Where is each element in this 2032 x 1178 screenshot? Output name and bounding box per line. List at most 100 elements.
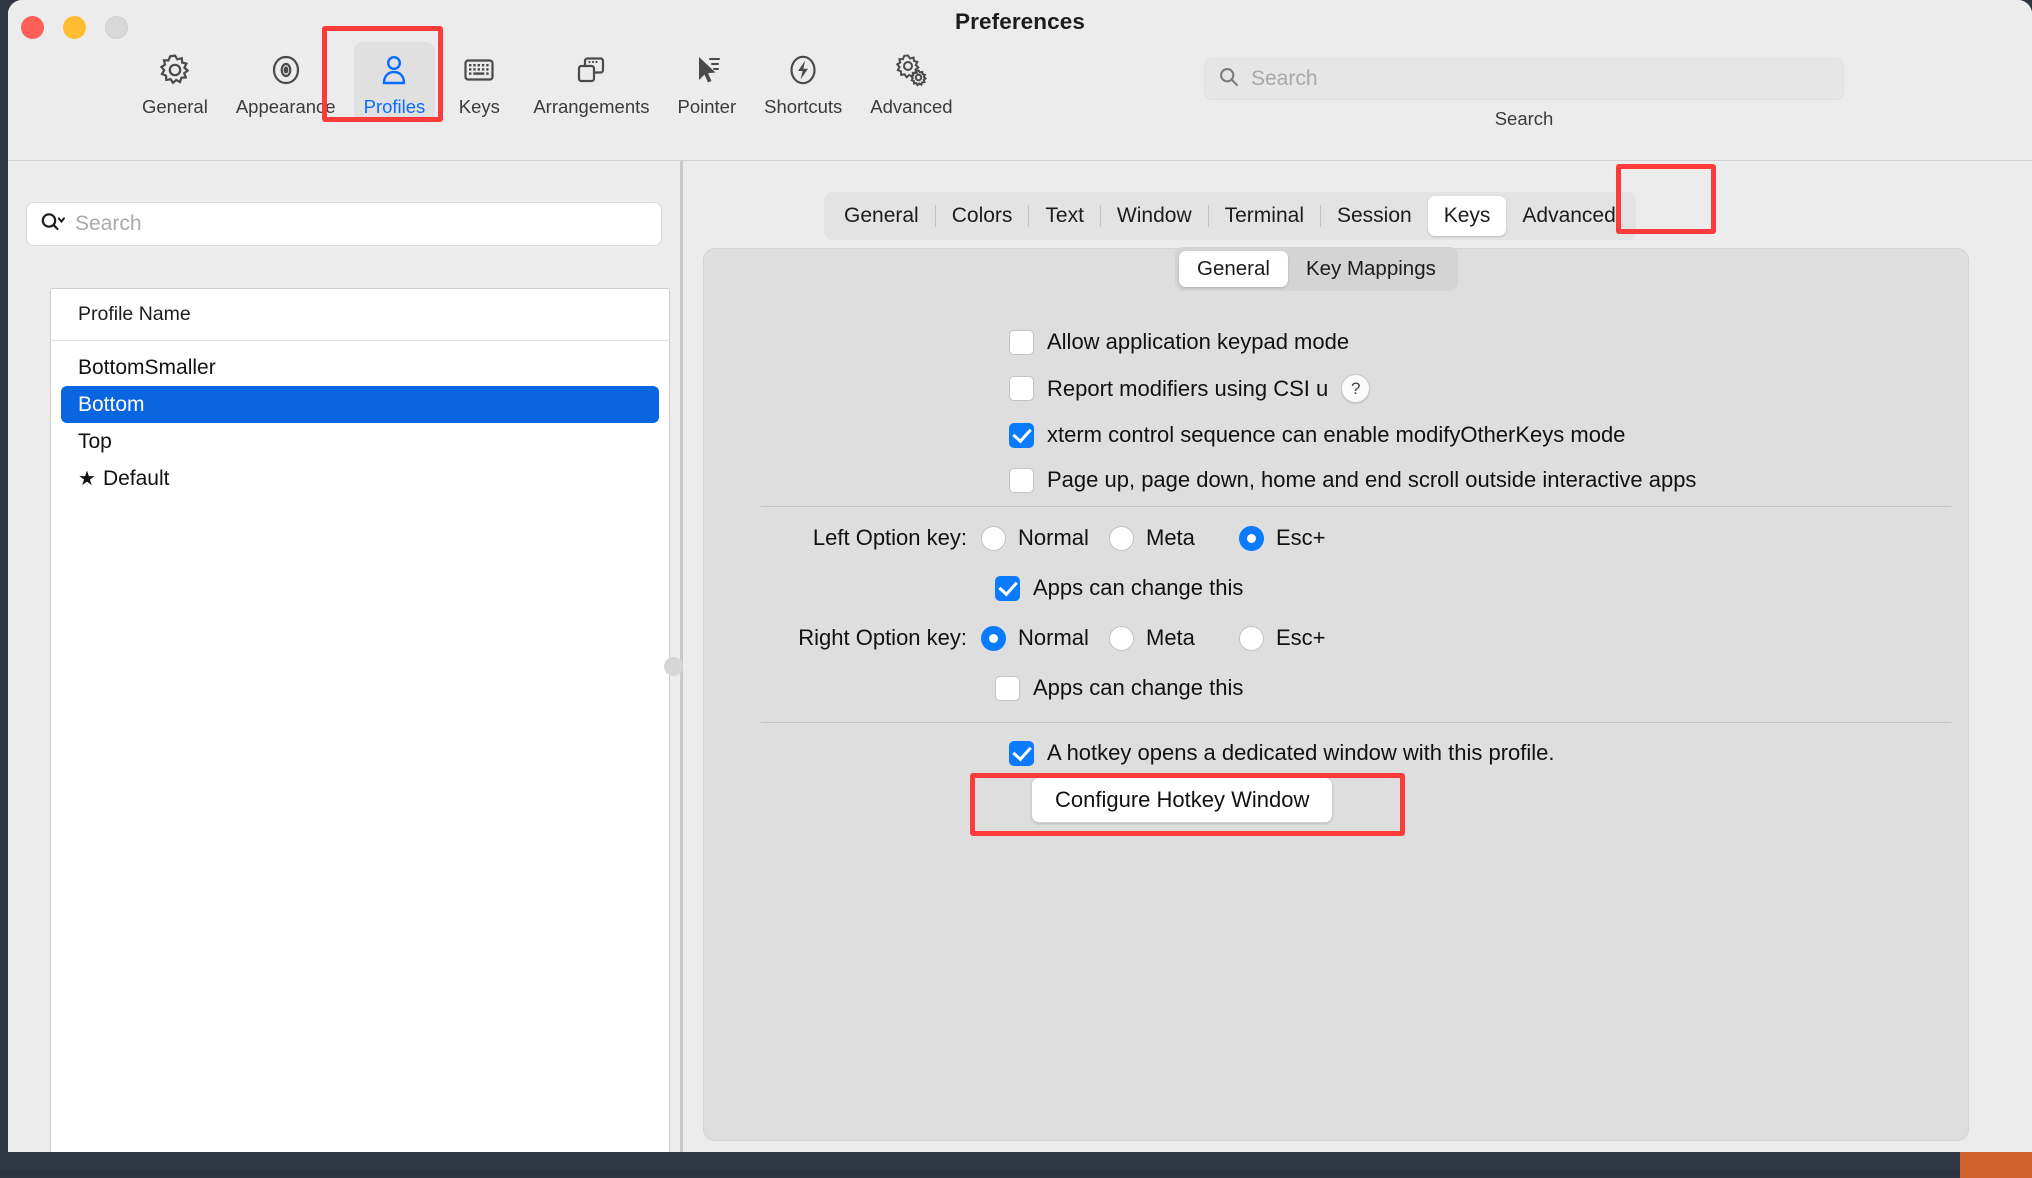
radio-label: Esc+ [1276,525,1326,551]
profile-search-input[interactable]: Search [26,202,662,246]
left-option-normal-option[interactable]: Normal [981,525,1109,551]
radio-label: Normal [1018,625,1089,651]
search-input[interactable]: Search [1204,58,1844,100]
preferences-window: Preferences General [8,0,2032,1152]
configure-hotkey-window-button[interactable]: Configure Hotkey Window [1031,777,1333,823]
star-icon: ★ [78,466,96,491]
radio-label: Meta [1146,625,1195,651]
toolbar-item-general[interactable]: General [132,42,218,122]
profile-name: BottomSmaller [78,356,216,380]
right-option-escplus-option[interactable]: Esc+ [1239,625,1326,651]
gear-icon [155,49,195,91]
tab-label: Colors [952,204,1013,228]
radio-meta[interactable] [1109,626,1134,651]
list-item[interactable]: Bottom [61,386,659,423]
profile-search-placeholder: Search [75,212,142,236]
profile-name: Default [103,467,170,491]
toolbar-item-advanced[interactable]: Advanced [860,42,962,122]
subtab-general[interactable]: General [1179,251,1288,287]
tab-window[interactable]: Window [1101,196,1208,236]
radio-meta[interactable] [1109,526,1134,551]
checkbox-label: A hotkey opens a dedicated window with t… [1047,740,1555,766]
tab-keys[interactable]: Keys [1428,196,1507,236]
right-option-apps-can-change-row[interactable]: Apps can change this [761,675,1951,701]
right-option-meta-option[interactable]: Meta [1109,625,1239,651]
toolbar-item-pointer[interactable]: Pointer [668,42,747,122]
tab-session[interactable]: Session [1321,196,1428,236]
button-label: Configure Hotkey Window [1055,787,1309,813]
xterm-modifyotherkeys-checkbox[interactable] [1009,423,1034,448]
profile-list: BottomSmaller Bottom Top ★ Default [51,341,669,497]
option-key-settings: Left Option key: Normal Meta Esc+ Apps c… [761,525,1951,701]
tab-colors[interactable]: Colors [936,196,1029,236]
left-option-apps-can-change-row[interactable]: Apps can change this [761,575,1951,601]
toolbar-item-appearance[interactable]: Appearance [226,42,346,122]
tab-label: General [1197,257,1270,281]
tab-label: Key Mappings [1306,257,1436,281]
tab-label: Terminal [1225,204,1304,228]
hotkey-dedicated-window-checkbox[interactable] [1009,741,1034,766]
toolbar-item-label: Advanced [870,96,952,118]
right-option-key-row: Right Option key: Normal Meta Esc+ [761,625,1951,651]
right-apps-can-change-checkbox[interactable] [995,676,1020,701]
right-option-normal-option[interactable]: Normal [981,625,1109,651]
toolbar-item-label: Shortcuts [764,96,842,118]
allow-application-keypad-mode-checkbox[interactable] [1009,330,1034,355]
left-option-meta-option[interactable]: Meta [1109,525,1239,551]
radio-label: Esc+ [1276,625,1326,651]
toolbar-item-keys[interactable]: Keys [443,42,515,122]
toolbar-item-profiles[interactable]: Profiles [354,42,436,122]
windows-icon [571,49,611,91]
sidebar-resize-handle[interactable] [664,657,683,676]
tab-label: Text [1045,204,1084,228]
radio-label: Meta [1146,525,1195,551]
checkbox-label: Apps can change this [1033,575,1243,601]
list-item[interactable]: Top [61,423,659,460]
keys-general-options: Allow application keypad mode Report mod… [1009,329,1696,493]
list-item[interactable]: ★ Default [61,460,659,497]
checkbox-row-allow-keypad[interactable]: Allow application keypad mode [1009,329,1696,355]
search-caption: Search [1204,108,1844,130]
section-divider [761,506,1951,507]
checkbox-row-xterm-modifyotherkeys[interactable]: xterm control sequence can enable modify… [1009,422,1696,448]
profile-name: Top [78,430,112,454]
radio-normal[interactable] [981,526,1006,551]
tab-label: General [844,204,919,228]
subtab-key-mappings[interactable]: Key Mappings [1288,251,1454,287]
profile-name: Bottom [78,393,145,417]
tab-general[interactable]: General [828,196,935,236]
profile-table-header[interactable]: Profile Name [51,289,669,341]
toolbar-item-label: Appearance [236,96,336,118]
tab-label: Advanced [1522,204,1615,228]
left-option-escplus-option[interactable]: Esc+ [1239,525,1326,551]
tab-advanced[interactable]: Advanced [1506,196,1631,236]
checkbox-label: xterm control sequence can enable modify… [1047,422,1625,448]
window-title: Preferences [8,9,2032,35]
radio-esc-plus[interactable] [1239,626,1264,651]
toolbar-item-shortcuts[interactable]: Shortcuts [754,42,852,122]
toolbar-item-label: General [142,96,208,118]
sidebar-resize-divider[interactable] [680,161,683,1152]
checkbox-row-page-scroll[interactable]: Page up, page down, home and end scroll … [1009,467,1696,493]
eye-icon [266,49,306,91]
checkbox-row-report-modifiers[interactable]: Report modifiers using CSI u ? [1009,374,1696,403]
radio-esc-plus[interactable] [1239,526,1264,551]
tab-terminal[interactable]: Terminal [1209,196,1320,236]
help-icon[interactable]: ? [1341,374,1370,403]
toolbar-item-label: Profiles [364,96,426,118]
column-header-profile-name: Profile Name [78,303,191,326]
page-scroll-outside-interactive-apps-checkbox[interactable] [1009,468,1034,493]
toolbar-item-arrangements[interactable]: Arrangements [523,42,659,122]
tab-label: Session [1337,204,1412,228]
keyboard-icon [459,49,499,91]
left-apps-can-change-checkbox[interactable] [995,576,1020,601]
bolt-icon [783,49,823,91]
tab-text[interactable]: Text [1029,196,1100,236]
checkbox-label: Page up, page down, home and end scroll … [1047,467,1696,493]
list-item[interactable]: BottomSmaller [61,349,659,386]
hotkey-checkbox-row[interactable]: A hotkey opens a dedicated window with t… [1009,740,1555,766]
radio-normal[interactable] [981,626,1006,651]
left-option-key-label: Left Option key: [761,525,981,551]
search-placeholder: Search [1251,67,1318,91]
report-modifiers-csi-u-checkbox[interactable] [1009,376,1034,401]
